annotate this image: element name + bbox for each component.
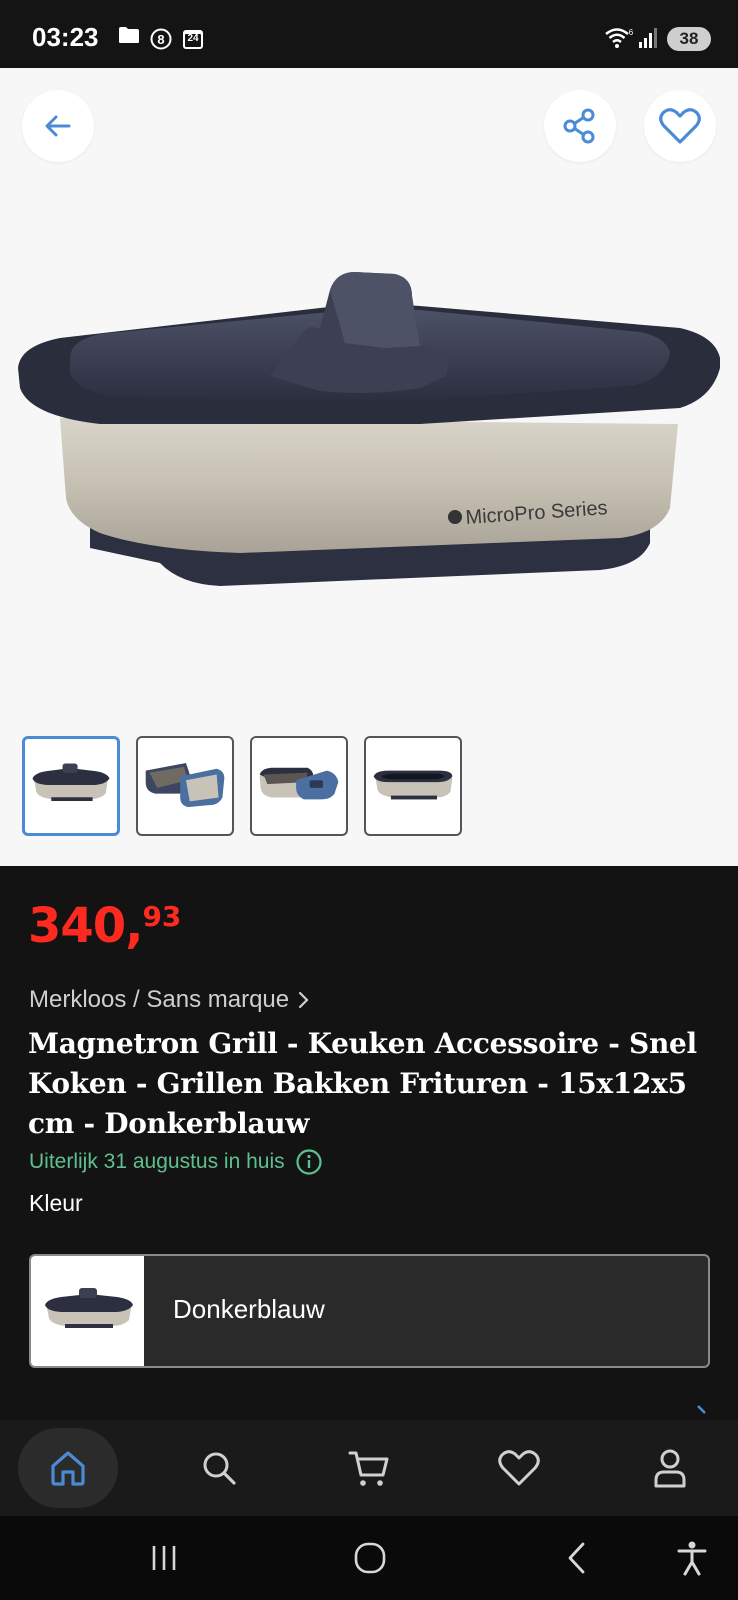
nav-cart[interactable] bbox=[319, 1428, 419, 1508]
cart-icon bbox=[348, 1451, 389, 1486]
nav-home[interactable] bbox=[18, 1428, 118, 1508]
brand-link[interactable]: Merkloos / Sans marque bbox=[29, 986, 311, 1014]
color-value: Donkerblauw bbox=[173, 1294, 325, 1324]
thumbnail-4[interactable] bbox=[364, 736, 462, 836]
system-home-button[interactable] bbox=[348, 1538, 392, 1578]
svg-text:8: 8 bbox=[157, 32, 164, 47]
heart-icon bbox=[659, 108, 701, 144]
thumbnail-image bbox=[373, 770, 453, 800]
chevron-right-icon bbox=[299, 991, 309, 1009]
folder-icon bbox=[119, 27, 139, 43]
color-label: Kleur bbox=[29, 1190, 83, 1216]
share-icon bbox=[563, 108, 595, 144]
thumbnail-image bbox=[259, 767, 339, 800]
recents-button[interactable] bbox=[144, 1538, 184, 1578]
circle-8-icon: 8 bbox=[150, 28, 172, 50]
home-icon bbox=[51, 1451, 85, 1486]
search-icon bbox=[203, 1452, 236, 1485]
back-chevron-icon bbox=[568, 1542, 585, 1574]
calendar-badge: 24 bbox=[187, 33, 199, 44]
thumbnail-2[interactable] bbox=[136, 736, 234, 836]
delivery-info: Uiterlijk 31 augustus in huis bbox=[29, 1148, 323, 1176]
status-time: 03:23 bbox=[32, 22, 99, 52]
status-bar: 03:23 8 24 6 38 bbox=[0, 0, 738, 68]
heart-icon bbox=[498, 1450, 540, 1486]
back-button[interactable] bbox=[22, 90, 94, 162]
info-icon[interactable] bbox=[295, 1148, 323, 1176]
recents-icon bbox=[152, 1546, 176, 1570]
accessibility-button[interactable] bbox=[672, 1538, 712, 1578]
system-back-button[interactable] bbox=[560, 1538, 594, 1578]
thumbnail-strip bbox=[22, 736, 482, 838]
next-section-peek bbox=[29, 1400, 729, 1420]
color-selector[interactable]: Donkerblauw bbox=[29, 1254, 710, 1368]
thumbnail-1[interactable] bbox=[22, 736, 120, 836]
color-swatch bbox=[31, 1256, 144, 1366]
delivery-text: Uiterlijk 31 augustus in huis bbox=[29, 1150, 285, 1173]
signal-icon bbox=[639, 28, 657, 48]
home-circle-icon bbox=[354, 1542, 386, 1574]
product-hero: MicroPro Series bbox=[0, 68, 738, 866]
nav-search[interactable] bbox=[169, 1428, 269, 1508]
thumbnail-image bbox=[145, 762, 225, 808]
arrow-left-icon bbox=[45, 115, 71, 137]
product-details: 340,93 Merkloos / Sans marque Magnetron … bbox=[0, 866, 738, 1420]
system-navigation bbox=[0, 1516, 738, 1600]
favorite-button[interactable] bbox=[644, 90, 716, 162]
wifi-icon: 6 bbox=[605, 28, 634, 48]
nav-account[interactable] bbox=[620, 1428, 720, 1508]
svg-text:6: 6 bbox=[629, 28, 634, 37]
chevron-right-icon bbox=[697, 1405, 706, 1414]
accessibility-icon bbox=[677, 1541, 707, 1576]
price-cents: 93 bbox=[142, 900, 182, 933]
product-title: Magnetron Grill - Keuken Accessoire - Sn… bbox=[28, 1027, 697, 1140]
nav-wishlist[interactable] bbox=[469, 1428, 569, 1508]
account-icon bbox=[654, 1449, 686, 1488]
thumbnail-image bbox=[32, 763, 110, 802]
share-button[interactable] bbox=[544, 90, 616, 162]
brand-name: Merkloos / Sans marque bbox=[29, 986, 290, 1013]
product-image[interactable]: MicroPro Series bbox=[0, 228, 738, 658]
bottom-navigation bbox=[0, 1420, 738, 1516]
price: 340,93 bbox=[28, 898, 181, 954]
thumbnail-3[interactable] bbox=[250, 736, 348, 836]
color-swatch-image bbox=[45, 1288, 133, 1328]
battery-icon: 38 bbox=[667, 27, 711, 51]
price-main: 340, bbox=[28, 898, 143, 954]
